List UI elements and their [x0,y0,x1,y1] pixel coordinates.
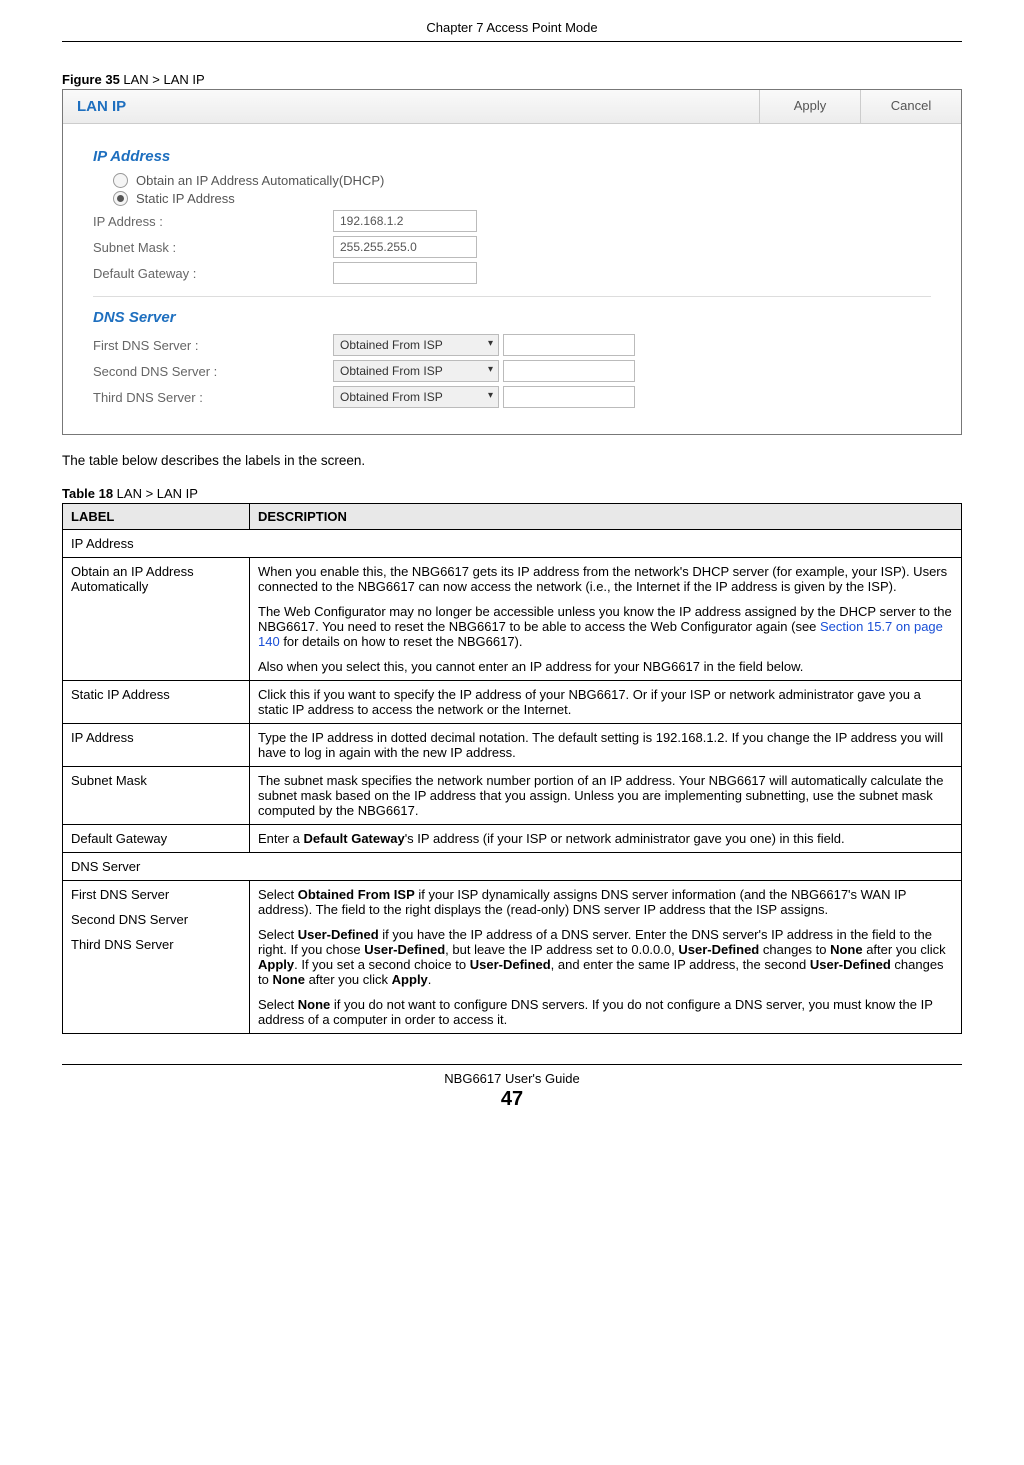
section-dns-server: DNS Server [93,309,931,326]
divider-bottom [62,1064,962,1065]
table-row: Obtain an IP Address Automatically When … [63,558,962,681]
cell-static-desc: Click this if you want to specify the IP… [250,681,962,724]
panel-title: LAN IP [63,90,759,123]
input-subnet-mask[interactable] [333,236,477,258]
table-caption: Table 18 LAN > LAN IP [62,486,962,501]
table-row: Subnet Mask The subnet mask specifies th… [63,767,962,825]
select-dns3[interactable]: Obtained From ISP [333,386,499,408]
th-label: LABEL [63,504,250,530]
label-default-gateway: Default Gateway : [93,266,333,281]
th-description: DESCRIPTION [250,504,962,530]
table-title: LAN > LAN IP [113,486,198,501]
apply-button[interactable]: Apply [759,90,860,123]
radio-dhcp-label: Obtain an IP Address Automatically(DHCP) [136,173,384,188]
input-dns2[interactable] [503,360,635,382]
input-dns3[interactable] [503,386,635,408]
label-dns2: Second DNS Server : [93,364,333,379]
screenshot-divider [93,296,931,297]
cell-gateway-label: Default Gateway [63,825,250,853]
cell-dns-labels: First DNS Server Second DNS Server Third… [63,881,250,1034]
figure-number: Figure 35 [62,72,120,87]
cell-obtain-label: Obtain an IP Address Automatically [63,558,250,681]
radio-static-label: Static IP Address [136,191,235,206]
lan-ip-screenshot: LAN IP Apply Cancel IP Address Obtain an… [62,89,962,435]
section-ip-address: IP Address [93,148,931,165]
select-dns2[interactable]: Obtained From ISP [333,360,499,382]
cell-subnet-label: Subnet Mask [63,767,250,825]
radio-dhcp[interactable] [113,173,128,188]
label-dns3: Third DNS Server : [93,390,333,405]
table-row: Default Gateway Enter a Default Gateway'… [63,825,962,853]
cell-static-label: Static IP Address [63,681,250,724]
label-ip-address: IP Address : [93,214,333,229]
table-row: IP Address Type the IP address in dotted… [63,724,962,767]
footer-text: NBG6617 User's Guide [62,1071,962,1086]
figure-title: LAN > LAN IP [120,72,205,87]
page-number: 47 [62,1088,962,1111]
input-ip-address[interactable] [333,210,477,232]
divider-top [62,41,962,42]
description-table: LABEL DESCRIPTION IP Address Obtain an I… [62,503,962,1034]
table-row: First DNS Server Second DNS Server Third… [63,881,962,1034]
cell-gateway-desc: Enter a Default Gateway's IP address (if… [250,825,962,853]
select-dns1[interactable]: Obtained From ISP [333,334,499,356]
radio-static[interactable] [113,191,128,206]
row-dns-section: DNS Server [63,853,962,881]
figure-caption: Figure 35 LAN > LAN IP [62,72,962,87]
cell-ipaddr-label: IP Address [63,724,250,767]
input-default-gateway[interactable] [333,262,477,284]
cell-ipaddr-desc: Type the IP address in dotted decimal no… [250,724,962,767]
intro-text: The table below describes the labels in … [62,453,962,468]
cell-obtain-desc: When you enable this, the NBG6617 gets i… [250,558,962,681]
chapter-header: Chapter 7 Access Point Mode [62,20,962,41]
cell-dns-desc: Select Obtained From ISP if your ISP dyn… [250,881,962,1034]
label-dns1: First DNS Server : [93,338,333,353]
table-number: Table 18 [62,486,113,501]
cell-subnet-desc: The subnet mask specifies the network nu… [250,767,962,825]
table-row: Static IP Address Click this if you want… [63,681,962,724]
row-ip-section: IP Address [63,530,962,558]
cancel-button[interactable]: Cancel [860,90,961,123]
input-dns1[interactable] [503,334,635,356]
label-subnet-mask: Subnet Mask : [93,240,333,255]
